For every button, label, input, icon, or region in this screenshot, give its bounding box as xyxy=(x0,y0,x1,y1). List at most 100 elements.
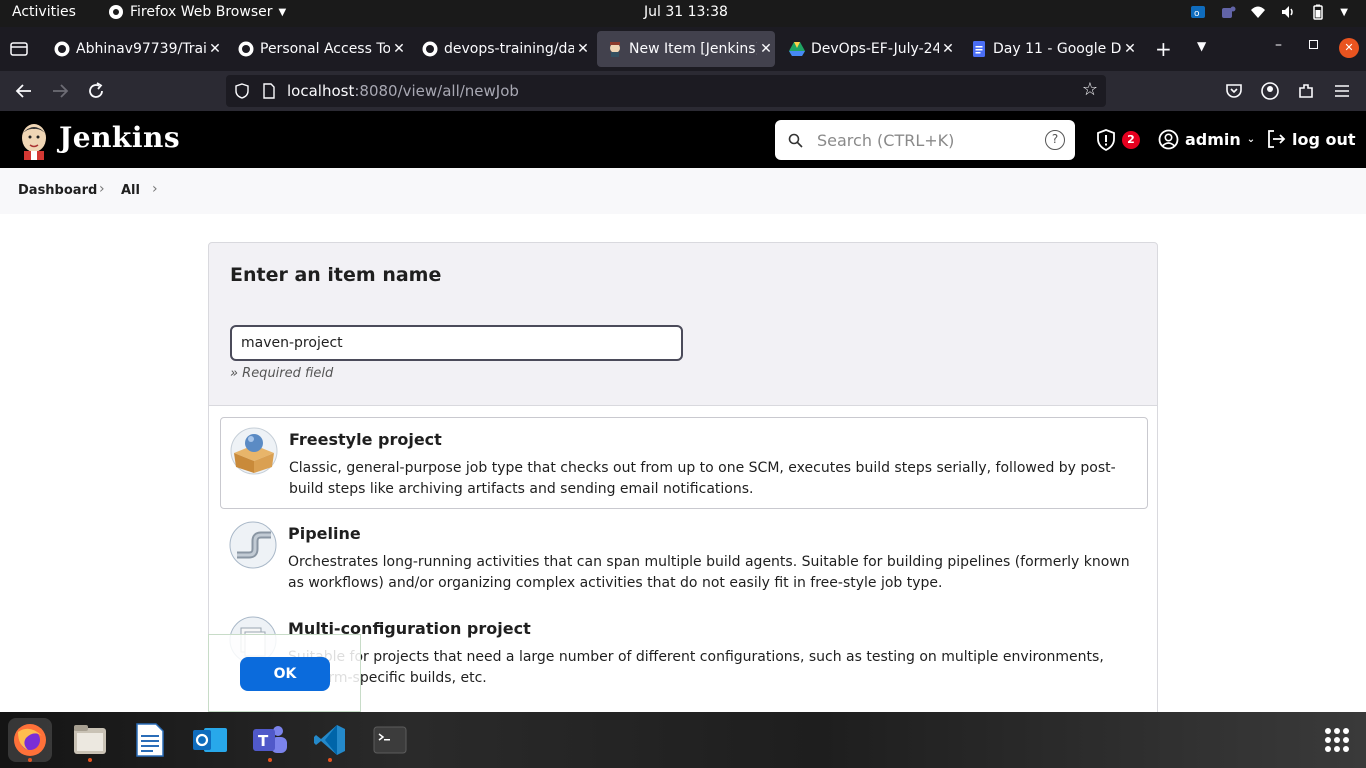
pipeline-icon xyxy=(229,521,277,569)
files-icon xyxy=(74,725,106,754)
shield-alert-icon xyxy=(1097,129,1115,151)
close-icon[interactable]: ✕ xyxy=(206,41,224,57)
new-tab-icon[interactable]: + xyxy=(1155,37,1172,61)
jenkins-icon xyxy=(610,42,620,57)
chevron-down-icon[interactable]: ▼ xyxy=(1340,7,1348,18)
teams-icon: T xyxy=(253,726,287,753)
jenkins-logo-icon[interactable] xyxy=(18,120,50,160)
teams-tray-icon[interactable] xyxy=(1220,4,1236,20)
maximize-icon[interactable] xyxy=(1309,40,1318,49)
reload-icon[interactable] xyxy=(86,81,106,101)
jenkins-title[interactable]: Jenkins xyxy=(59,121,180,154)
breadcrumb-dashboard[interactable]: Dashboard xyxy=(18,183,97,198)
volume-icon[interactable] xyxy=(1280,4,1296,20)
tab-devops-training[interactable]: devops-training/da ✕ xyxy=(412,31,592,67)
help-icon[interactable]: ? xyxy=(1045,130,1065,150)
jenkins-header: Jenkins Search (CTRL+K) ? 2 admin ⌄ log … xyxy=(0,111,1366,168)
clock[interactable]: Jul 31 13:38 xyxy=(644,4,728,20)
breadcrumb: Dashboard › All › xyxy=(0,168,1366,214)
svg-text:o: o xyxy=(1194,9,1200,19)
tab-title: Personal Access To xyxy=(260,41,390,57)
google-drive-icon xyxy=(789,42,805,56)
search-icon xyxy=(788,133,803,148)
alerts-badge: 2 xyxy=(1122,131,1140,149)
breadcrumb-all[interactable]: All xyxy=(121,183,140,198)
tab-personal-access-token[interactable]: Personal Access To ✕ xyxy=(228,31,408,67)
outlook-tray-icon[interactable]: o xyxy=(1190,4,1206,20)
logout-link[interactable]: log out xyxy=(1266,129,1356,149)
user-name: admin xyxy=(1185,130,1241,149)
logout-icon xyxy=(1268,130,1286,148)
url-text: localhost:8080/view/all/newJob xyxy=(287,82,519,100)
chevron-right-icon[interactable]: › xyxy=(152,181,158,197)
google-docs-icon xyxy=(973,41,985,57)
close-icon[interactable]: ✕ xyxy=(1121,41,1139,57)
hamburger-menu-icon[interactable] xyxy=(1332,81,1352,101)
chevron-right-icon[interactable]: › xyxy=(99,181,105,197)
user-menu[interactable]: admin ⌄ xyxy=(1158,129,1255,150)
item-type-title: Pipeline xyxy=(288,524,361,543)
logout-label: log out xyxy=(1292,129,1356,149)
close-icon[interactable]: ✕ xyxy=(939,41,957,57)
pocket-icon[interactable] xyxy=(1224,81,1244,101)
tab-strip: Abhinav97739/Trai ✕ Personal Access To ✕… xyxy=(0,27,1366,71)
user-avatar-icon xyxy=(1158,129,1179,150)
url-bar[interactable]: localhost:8080/view/all/newJob ☆ xyxy=(226,75,1106,107)
ok-button-bar: OK xyxy=(208,634,361,712)
tab-new-item-jenkins[interactable]: New Item [Jenkins] ✕ xyxy=(597,31,775,67)
page-info-icon[interactable] xyxy=(262,83,276,99)
search-box[interactable]: Search (CTRL+K) ? xyxy=(775,120,1075,160)
bookmark-star-icon[interactable]: ☆ xyxy=(1082,79,1098,100)
running-indicator xyxy=(268,758,272,762)
outlook-icon xyxy=(193,728,227,752)
tab-title: New Item [Jenkins] xyxy=(629,41,757,57)
tab-list-chevron-icon[interactable]: ▼ xyxy=(1197,39,1206,53)
item-name-input[interactable]: maven-project xyxy=(230,325,683,361)
dock-files[interactable] xyxy=(68,718,112,762)
chevron-down-icon: ▼ xyxy=(278,6,287,18)
activities-button[interactable]: Activities xyxy=(12,4,76,20)
app-menu[interactable]: Firefox Web Browser ▼ xyxy=(108,4,286,20)
item-type-pipeline[interactable]: Pipeline Orchestrates long-running activ… xyxy=(220,512,1148,604)
dock-firefox[interactable] xyxy=(8,718,52,762)
search-placeholder: Search (CTRL+K) xyxy=(817,131,955,150)
tab-devops-drive[interactable]: DevOps-EF-July-24 ✕ xyxy=(779,31,957,67)
required-field-note: » Required field xyxy=(230,366,334,381)
close-icon[interactable]: ✕ xyxy=(390,41,408,57)
dock-outlook[interactable] xyxy=(188,718,232,762)
wifi-icon[interactable] xyxy=(1250,4,1266,20)
firefox-icon xyxy=(14,724,46,756)
firefox-view-icon[interactable] xyxy=(10,41,28,57)
tab-day11-docs[interactable]: Day 11 - Google Do ✕ xyxy=(961,31,1139,67)
item-type-description: Orchestrates long-running activities tha… xyxy=(288,554,1130,591)
item-name-heading: Enter an item name xyxy=(230,264,442,286)
dock-terminal[interactable] xyxy=(368,718,412,762)
dock-teams[interactable]: T xyxy=(248,718,292,762)
system-tray[interactable]: o ▼ xyxy=(1190,4,1348,20)
show-applications-icon[interactable] xyxy=(1325,728,1349,752)
item-type-freestyle[interactable]: Freestyle project Classic, general-purpo… xyxy=(220,417,1148,509)
extensions-icon[interactable] xyxy=(1296,81,1316,101)
forward-arrow-icon[interactable] xyxy=(50,81,70,101)
back-arrow-icon[interactable] xyxy=(14,81,34,101)
navigation-toolbar: localhost:8080/view/all/newJob ☆ xyxy=(0,71,1366,111)
tab-title: DevOps-EF-July-24 xyxy=(811,41,939,57)
chevron-down-icon: ⌄ xyxy=(1246,134,1256,145)
svg-text:T: T xyxy=(258,732,269,750)
tab-github-training[interactable]: Abhinav97739/Trai ✕ xyxy=(44,31,224,67)
app-menu-label: Firefox Web Browser xyxy=(130,4,273,20)
dock-vscode[interactable] xyxy=(308,718,352,762)
item-type-title: Freestyle project xyxy=(289,430,442,449)
battery-icon[interactable] xyxy=(1310,4,1326,20)
ok-button[interactable]: OK xyxy=(240,657,330,691)
minimize-icon[interactable]: – xyxy=(1275,37,1282,53)
window-close-icon[interactable]: ✕ xyxy=(1339,38,1359,58)
security-alerts[interactable]: 2 xyxy=(1096,129,1140,151)
close-icon[interactable]: ✕ xyxy=(574,41,592,57)
dock-writer[interactable] xyxy=(128,718,172,762)
shield-icon[interactable] xyxy=(234,83,250,99)
account-icon[interactable] xyxy=(1260,81,1280,101)
running-indicator xyxy=(28,758,32,762)
url-host: localhost xyxy=(287,82,355,100)
close-icon[interactable]: ✕ xyxy=(757,41,775,57)
